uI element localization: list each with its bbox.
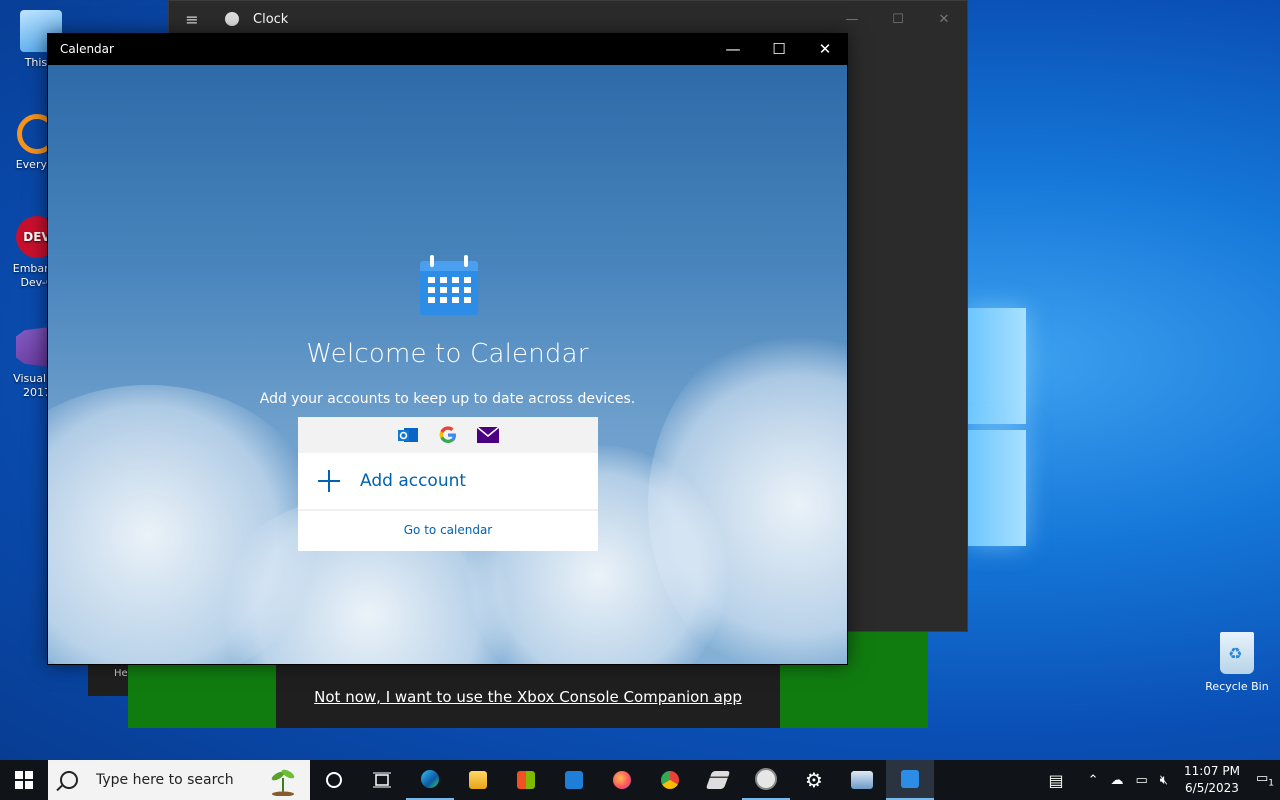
outlook-icon <box>397 424 419 446</box>
taskbar-app-clock[interactable] <box>742 760 790 800</box>
system-tray: ▤ ⌃ ☁ ▭ 🔇︎ 11:07 PM 6/5/2023 ▭1 <box>1042 760 1280 800</box>
taskbar-app-firefox[interactable] <box>598 760 646 800</box>
calendar-window: Calendar — ☐ ✕ Welcome to Calendar Add y… <box>47 33 848 665</box>
add-account-button[interactable]: Add account <box>298 453 598 511</box>
remote-desktop-icon <box>851 771 873 789</box>
clock-icon <box>755 768 777 790</box>
windows-logo-wallpaper <box>968 308 1028 548</box>
desktop-icon-recycle-bin[interactable]: Recycle Bin <box>1200 632 1274 693</box>
search-placeholder: Type here to search <box>96 772 234 788</box>
show-hidden-icons-chevron-icon[interactable]: ⌃ <box>1070 773 1105 788</box>
welcome-heading: Welcome to Calendar <box>306 339 589 369</box>
mail-icon <box>565 771 583 789</box>
cortana-icon <box>326 772 342 788</box>
file-explorer-icon <box>469 771 487 789</box>
start-button[interactable] <box>0 760 48 800</box>
clock-app-icon <box>225 12 239 26</box>
task-view-button[interactable] <box>358 760 406 800</box>
calendar-window-title: Calendar <box>60 42 114 56</box>
chrome-icon <box>661 771 679 789</box>
hamburger-menu-icon[interactable]: ≡ <box>169 10 215 29</box>
edge-icon <box>421 770 439 788</box>
taskbar-app-file-explorer[interactable] <box>454 760 502 800</box>
recycle-bin-icon <box>1220 632 1254 674</box>
notification-count: 1 <box>1268 778 1274 789</box>
maximize-button[interactable]: ☐ <box>875 12 921 27</box>
xbox-partial-text: He <box>88 664 128 696</box>
xbox-companion-link[interactable]: Not now, I want to use the Xbox Console … <box>128 688 928 706</box>
go-to-calendar-link[interactable]: Go to calendar <box>298 511 598 549</box>
minimize-button[interactable]: — <box>829 12 875 27</box>
plant-decoration-icon <box>271 769 295 796</box>
cloud-decoration <box>648 325 847 664</box>
calendar-icon <box>901 770 919 788</box>
calendar-welcome-screen: Welcome to Calendar Add your accounts to… <box>48 65 847 664</box>
windows-start-icon <box>15 771 33 789</box>
maximize-button[interactable]: ☐ <box>756 33 802 65</box>
settings-icon: ⚙ <box>805 768 823 792</box>
taskbar-time: 11:07 PM <box>1183 764 1240 778</box>
clock-titlebar: ≡ Clock — ☐ ✕ <box>169 1 967 37</box>
news-icon[interactable]: ▤ <box>1042 771 1069 790</box>
notification-center-icon[interactable]: ▭1 <box>1250 771 1280 789</box>
onedrive-icon[interactable]: ☁ <box>1104 773 1129 788</box>
taskbar-app-edge[interactable] <box>406 760 454 800</box>
stack-icon <box>705 771 731 789</box>
taskbar-app-store[interactable] <box>502 760 550 800</box>
provider-strip <box>298 417 598 453</box>
taskbar-app-chrome[interactable] <box>646 760 694 800</box>
taskbar-app-stack[interactable] <box>694 760 742 800</box>
calendar-titlebar: Calendar — ☐ ✕ <box>47 33 848 65</box>
taskbar-app-settings[interactable]: ⚙ <box>790 760 838 800</box>
taskbar: Type here to search ⚙ ▤ ⌃ ☁ ▭ 🔇︎ 11:07 P… <box>0 760 1280 800</box>
minimize-button[interactable]: — <box>710 33 756 65</box>
mail-icon <box>477 424 499 446</box>
account-panel: Add account Go to calendar <box>298 417 598 551</box>
network-icon[interactable]: ▭ <box>1129 773 1153 788</box>
taskbar-search-box[interactable]: Type here to search <box>48 760 310 800</box>
welcome-subtitle: Add your accounts to keep up to date acr… <box>259 391 636 407</box>
calendar-icon <box>420 255 478 315</box>
cortana-button[interactable] <box>310 760 358 800</box>
taskbar-clock[interactable]: 11:07 PM 6/5/2023 <box>1174 763 1250 797</box>
clock-window-title: Clock <box>253 11 289 27</box>
search-icon <box>60 771 78 789</box>
close-button[interactable]: ✕ <box>802 33 848 65</box>
close-button[interactable]: ✕ <box>921 12 967 27</box>
store-icon <box>517 771 535 789</box>
taskbar-app-remote-desktop[interactable] <box>838 760 886 800</box>
taskbar-app-mail[interactable] <box>550 760 598 800</box>
volume-muted-icon[interactable]: 🔇︎ <box>1154 773 1174 788</box>
add-account-label: Add account <box>360 471 467 491</box>
task-view-icon <box>373 772 391 788</box>
plus-icon <box>318 470 340 492</box>
taskbar-date: 6/5/2023 <box>1185 781 1239 795</box>
taskbar-app-calendar[interactable] <box>886 760 934 800</box>
firefox-icon <box>613 771 631 789</box>
recycle-bin-label: Recycle Bin <box>1205 680 1269 693</box>
google-icon <box>437 424 459 446</box>
